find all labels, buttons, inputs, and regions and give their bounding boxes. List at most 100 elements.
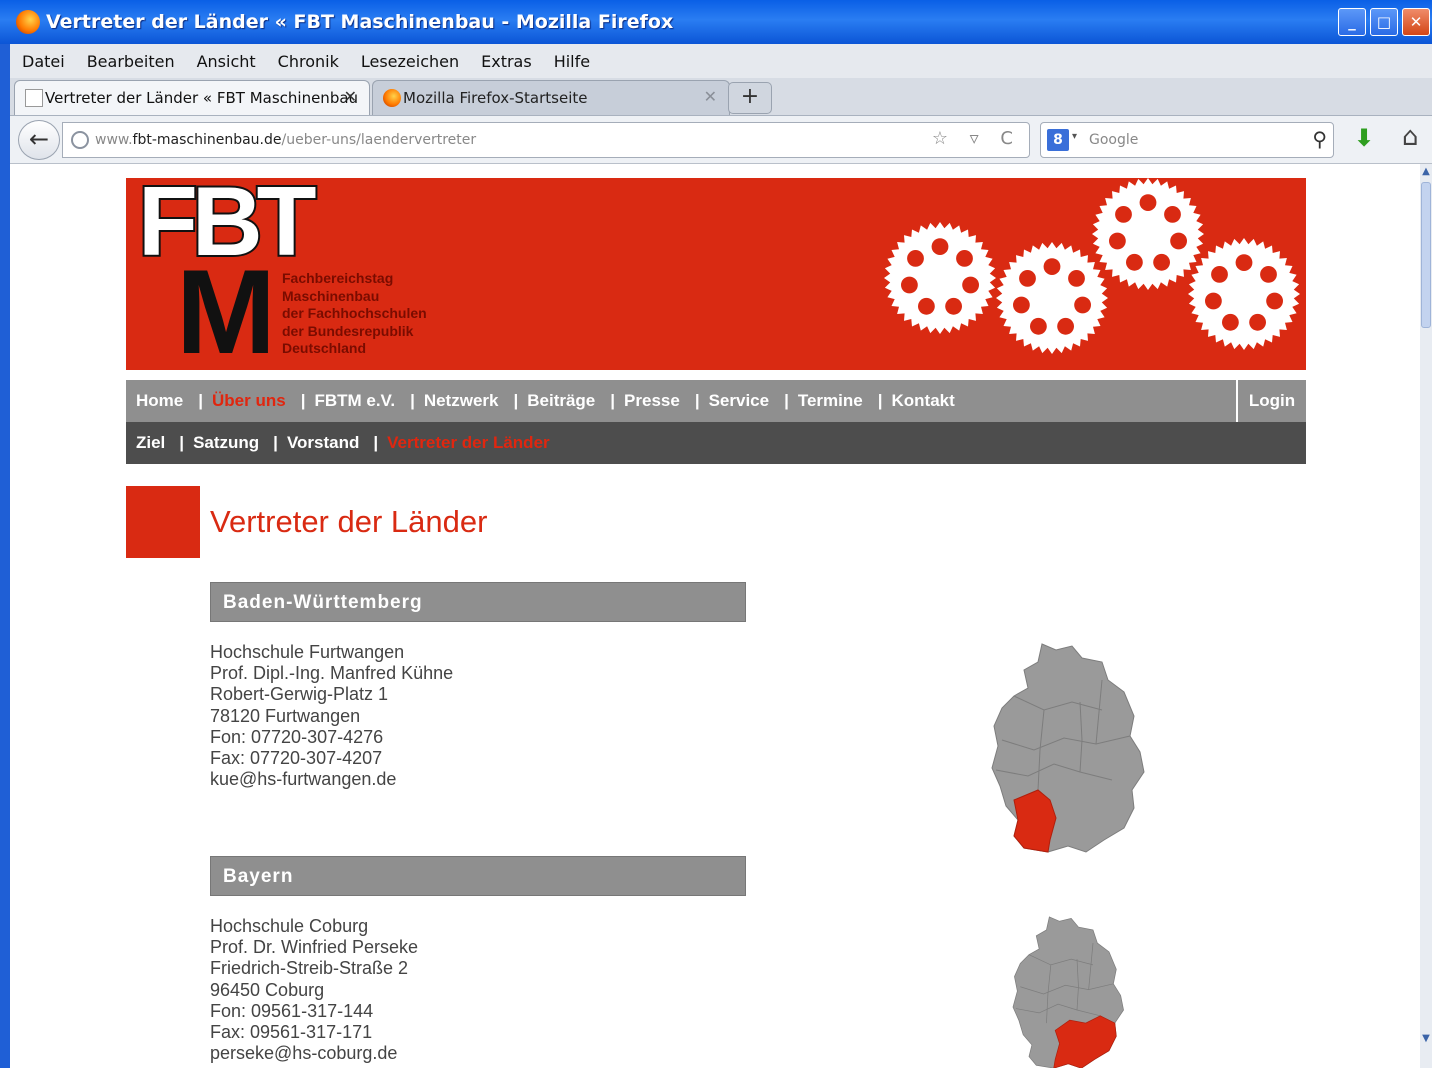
main-navigation: Home | Über uns | FBTM e.V. | Netzwerk |…: [126, 380, 1306, 422]
url-host: fbt-maschinenbau.de: [132, 132, 282, 148]
globe-icon: [71, 131, 89, 149]
page-icon: [25, 89, 43, 107]
contact-phone: Fon: 09561-317-144: [210, 1000, 374, 1021]
nav-home[interactable]: Home: [136, 391, 183, 411]
back-button[interactable]: ←: [18, 120, 60, 160]
window-titlebar: Vertreter der Länder « FBT Maschinenbau …: [0, 0, 1432, 44]
tab-label: Mozilla Firefox-Startseite: [403, 89, 588, 107]
menu-datei[interactable]: Datei: [22, 52, 65, 71]
close-tab-icon[interactable]: ✕: [344, 87, 357, 106]
nav-separator: |: [610, 391, 616, 410]
germany-outline: [991, 643, 1145, 853]
state-heading: Bayern: [210, 856, 746, 896]
contact-street: Robert-Gerwig-Platz 1: [210, 684, 389, 705]
menu-hilfe[interactable]: Hilfe: [554, 52, 590, 71]
url-path: /ueber-uns/laendervertreter: [281, 132, 477, 148]
logo-line: Fachbereichstag: [282, 270, 394, 286]
nav-netzwerk[interactable]: Netzwerk: [424, 391, 499, 411]
contact-fax: Fax: 09561-317-171: [210, 1022, 373, 1043]
google-engine-icon[interactable]: 8: [1047, 129, 1069, 151]
logo-subtitle: Fachbereichstag Maschinenbau der Fachhoc…: [282, 270, 427, 358]
minimize-button[interactable]: _: [1338, 8, 1366, 36]
contact-block: Hochschule Coburg Prof. Dr. Winfried Per…: [210, 916, 418, 1064]
heading-marker: [126, 486, 200, 558]
navigation-toolbar: ← www. fbt-maschinenbau.de/ueber-uns/laen…: [10, 116, 1432, 164]
nav-separator: |: [410, 391, 415, 410]
menu-chronik[interactable]: Chronik: [278, 52, 339, 71]
germany-map-bw: [991, 643, 1145, 853]
contact-email[interactable]: kue@hs-furtwangen.de: [210, 769, 453, 790]
nav-presse[interactable]: Presse: [624, 391, 680, 411]
window-border: [0, 44, 10, 1068]
login-container: Login: [1236, 380, 1306, 422]
gear-icon: [1092, 178, 1204, 290]
nav-termine[interactable]: Termine: [798, 391, 863, 411]
new-tab-button[interactable]: +: [728, 82, 772, 114]
gear-icon: [1188, 238, 1300, 350]
nav-fbtm-ev[interactable]: FBTM e.V.: [314, 391, 395, 411]
contact-fax: Fax: 07720-307-4207: [210, 748, 383, 769]
nav-ueber-uns[interactable]: Über uns: [212, 391, 286, 411]
close-tab-icon[interactable]: ✕: [704, 87, 717, 106]
chevron-down-icon[interactable]: ▾: [1072, 131, 1077, 142]
subnav-vorstand[interactable]: Vorstand: [287, 433, 359, 453]
menu-lesezeichen[interactable]: Lesezeichen: [361, 52, 459, 71]
home-icon[interactable]: ⌂: [1402, 122, 1419, 152]
login-link[interactable]: Login: [1249, 391, 1295, 411]
search-bar[interactable]: 8 ▾ Google ⚲: [1040, 122, 1334, 158]
scrollbar-thumb[interactable]: [1421, 182, 1431, 328]
gear-icon: [996, 242, 1108, 354]
url-bar[interactable]: www. fbt-maschinenbau.de/ueber-uns/laende…: [62, 122, 1030, 158]
subnav-satzung[interactable]: Satzung: [193, 433, 259, 453]
scroll-up-icon[interactable]: ▲: [1420, 166, 1432, 177]
menu-bearbeiten[interactable]: Bearbeiten: [87, 52, 175, 71]
nav-separator: |: [513, 391, 519, 410]
menu-bar: Datei Bearbeiten Ansicht Chronik Lesezei…: [10, 44, 1432, 78]
scroll-down-icon[interactable]: ▼: [1420, 1033, 1432, 1044]
nav-separator: |: [300, 391, 306, 410]
logo-m[interactable]: M: [176, 252, 276, 370]
nav-separator: |: [877, 391, 883, 410]
logo-line: der Fachhochschulen: [282, 305, 427, 321]
nav-service[interactable]: Service: [709, 391, 770, 411]
nav-kontakt[interactable]: Kontakt: [891, 391, 954, 411]
tab-firefox-start[interactable]: Mozilla Firefox-Startseite ✕: [372, 80, 730, 115]
tab-vertreter[interactable]: Vertreter der Länder « FBT Maschinenbau …: [14, 80, 370, 115]
close-window-button[interactable]: ✕: [1402, 8, 1430, 36]
contact-phone: Fon: 07720-307-4276: [210, 726, 384, 747]
sub-navigation: Ziel | Satzung | Vorstand | Vertreter de…: [126, 422, 1306, 464]
contact-city: 96450 Coburg: [210, 979, 325, 1000]
firefox-icon: [383, 89, 401, 107]
nav-separator: |: [784, 391, 789, 410]
nav-separator: |: [273, 433, 278, 452]
window-title: Vertreter der Länder « FBT Maschinenbau …: [46, 11, 674, 33]
logo-line: der Bundesrepublik: [282, 322, 414, 339]
contact-city: 78120 Furtwangen: [210, 705, 361, 726]
state-heading: Baden-Württemberg: [210, 582, 746, 622]
page-title: Vertreter der Länder: [210, 504, 488, 539]
bookmark-star-icon[interactable]: ☆ ▿ C: [932, 128, 1021, 149]
contact-person: Prof. Dr. Winfried Perseke: [210, 937, 419, 958]
menu-ansicht[interactable]: Ansicht: [197, 52, 256, 71]
nav-separator: |: [198, 391, 203, 410]
germany-map-by: [1012, 916, 1124, 1068]
contact-email[interactable]: perseke@hs-coburg.de: [210, 1043, 418, 1064]
download-icon[interactable]: ⬇: [1354, 124, 1374, 152]
url-prefix: www.: [95, 132, 133, 148]
subnav-vertreter[interactable]: Vertreter der Länder: [387, 433, 550, 453]
scrollbar[interactable]: ▲ ▼: [1420, 164, 1432, 1068]
subnav-ziel[interactable]: Ziel: [136, 433, 165, 453]
search-input[interactable]: Google: [1089, 132, 1138, 148]
nav-separator: |: [179, 433, 185, 452]
gears-graphic: [884, 178, 1300, 354]
nav-beitraege[interactable]: Beiträge: [527, 391, 595, 411]
nav-separator: |: [694, 391, 700, 410]
gear-icon: [884, 222, 996, 334]
contact-institution: Hochschule Coburg: [210, 916, 369, 936]
search-icon[interactable]: ⚲: [1312, 127, 1327, 151]
highlighted-state: [1013, 789, 1057, 853]
contact-street: Friedrich-Streib-Straße 2: [210, 958, 409, 979]
menu-extras[interactable]: Extras: [481, 52, 532, 71]
logo-line: Maschinenbau: [282, 287, 380, 304]
maximize-button[interactable]: □: [1370, 8, 1398, 36]
